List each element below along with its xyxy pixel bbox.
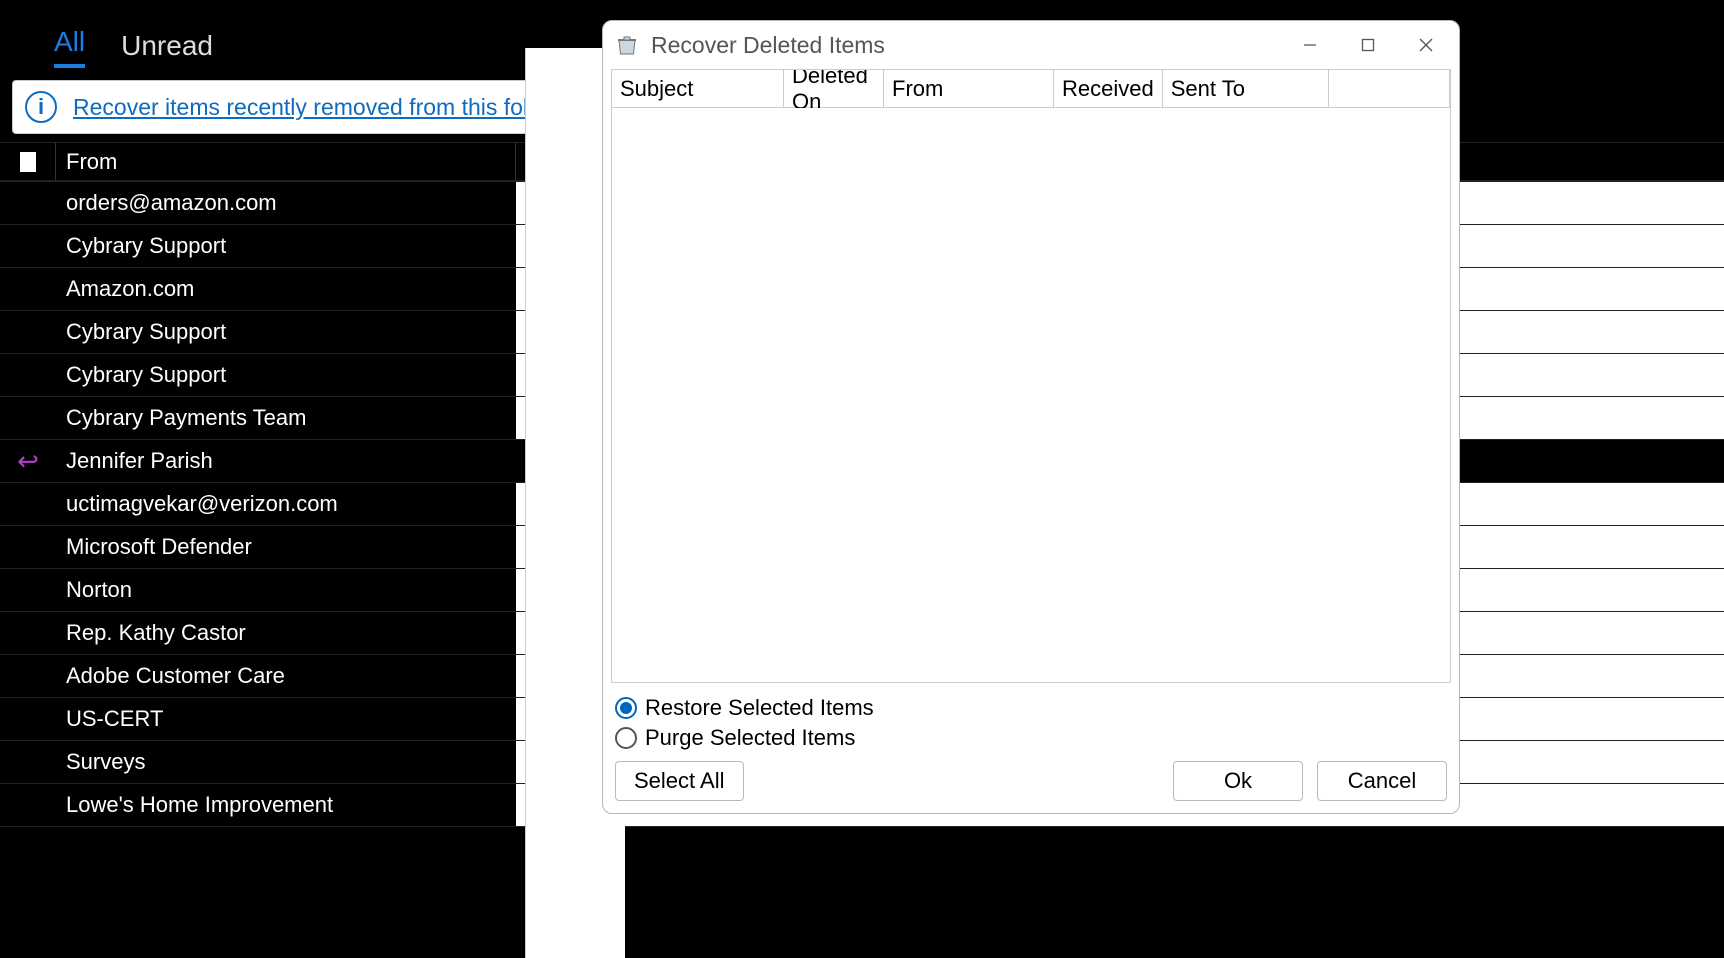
row-from: Adobe Customer Care <box>56 663 516 689</box>
recover-banner: i Recover items recently removed from th… <box>12 80 582 134</box>
dialog-titlebar: Recover Deleted Items <box>603 21 1459 69</box>
dialog-title: Recover Deleted Items <box>651 32 1271 59</box>
ok-button[interactable]: Ok <box>1173 761 1303 801</box>
row-from: Lowe's Home Improvement <box>56 792 516 818</box>
info-icon: i <box>25 91 57 123</box>
row-from: Microsoft Defender <box>56 534 516 560</box>
dialog-footer: Restore Selected Items Purge Selected It… <box>603 689 1459 813</box>
row-from: Cybrary Payments Team <box>56 405 516 431</box>
row-from: Cybrary Support <box>56 319 516 345</box>
row-from: uctimagvekar@verizon.com <box>56 491 516 517</box>
radio-purge-label: Purge Selected Items <box>645 725 855 751</box>
radio-purge[interactable]: Purge Selected Items <box>615 725 1447 751</box>
row-status-icon: ↩ <box>0 446 56 477</box>
row-from: Jennifer Parish <box>56 448 516 474</box>
grid-header-from[interactable]: From <box>884 70 1054 107</box>
grid-header-deleted-on[interactable]: Deleted On <box>784 70 884 107</box>
row-from: Cybrary Support <box>56 362 516 388</box>
recycle-bin-icon <box>613 31 641 59</box>
grid-headers: Subject Deleted On From Received Sent To <box>612 70 1450 108</box>
row-from: orders@amazon.com <box>56 190 516 216</box>
row-from: Rep. Kathy Castor <box>56 620 516 646</box>
grid-header-received[interactable]: Received <box>1054 70 1163 107</box>
document-icon <box>20 152 36 172</box>
cancel-button[interactable]: Cancel <box>1317 761 1447 801</box>
radio-icon <box>615 727 637 749</box>
from-column-header[interactable]: From <box>56 143 516 180</box>
grid-body-empty[interactable] <box>612 108 1450 682</box>
minimize-button[interactable] <box>1281 23 1339 67</box>
grid-header-extra[interactable] <box>1329 70 1450 107</box>
row-from: Norton <box>56 577 516 603</box>
tab-all[interactable]: All <box>54 26 85 68</box>
recover-items-grid: Subject Deleted On From Received Sent To <box>611 69 1451 683</box>
row-from: US-CERT <box>56 706 516 732</box>
attachment-column-header[interactable] <box>0 143 56 180</box>
tab-unread[interactable]: Unread <box>121 30 213 68</box>
close-button[interactable] <box>1397 23 1455 67</box>
recover-deleted-items-dialog: Recover Deleted Items Subject Deleted On… <box>602 20 1460 814</box>
window-controls <box>1281 23 1455 67</box>
radio-icon <box>615 697 637 719</box>
row-from: Surveys <box>56 749 516 775</box>
select-all-button[interactable]: Select All <box>615 761 744 801</box>
radio-restore-label: Restore Selected Items <box>645 695 874 721</box>
reply-icon: ↩ <box>17 446 39 477</box>
recover-link[interactable]: Recover items recently removed from this… <box>73 94 561 121</box>
grid-header-sent-to[interactable]: Sent To <box>1163 70 1329 107</box>
radio-restore[interactable]: Restore Selected Items <box>615 695 1447 721</box>
row-from: Cybrary Support <box>56 233 516 259</box>
row-from: Amazon.com <box>56 276 516 302</box>
grid-header-subject[interactable]: Subject <box>612 70 784 107</box>
maximize-button[interactable] <box>1339 23 1397 67</box>
